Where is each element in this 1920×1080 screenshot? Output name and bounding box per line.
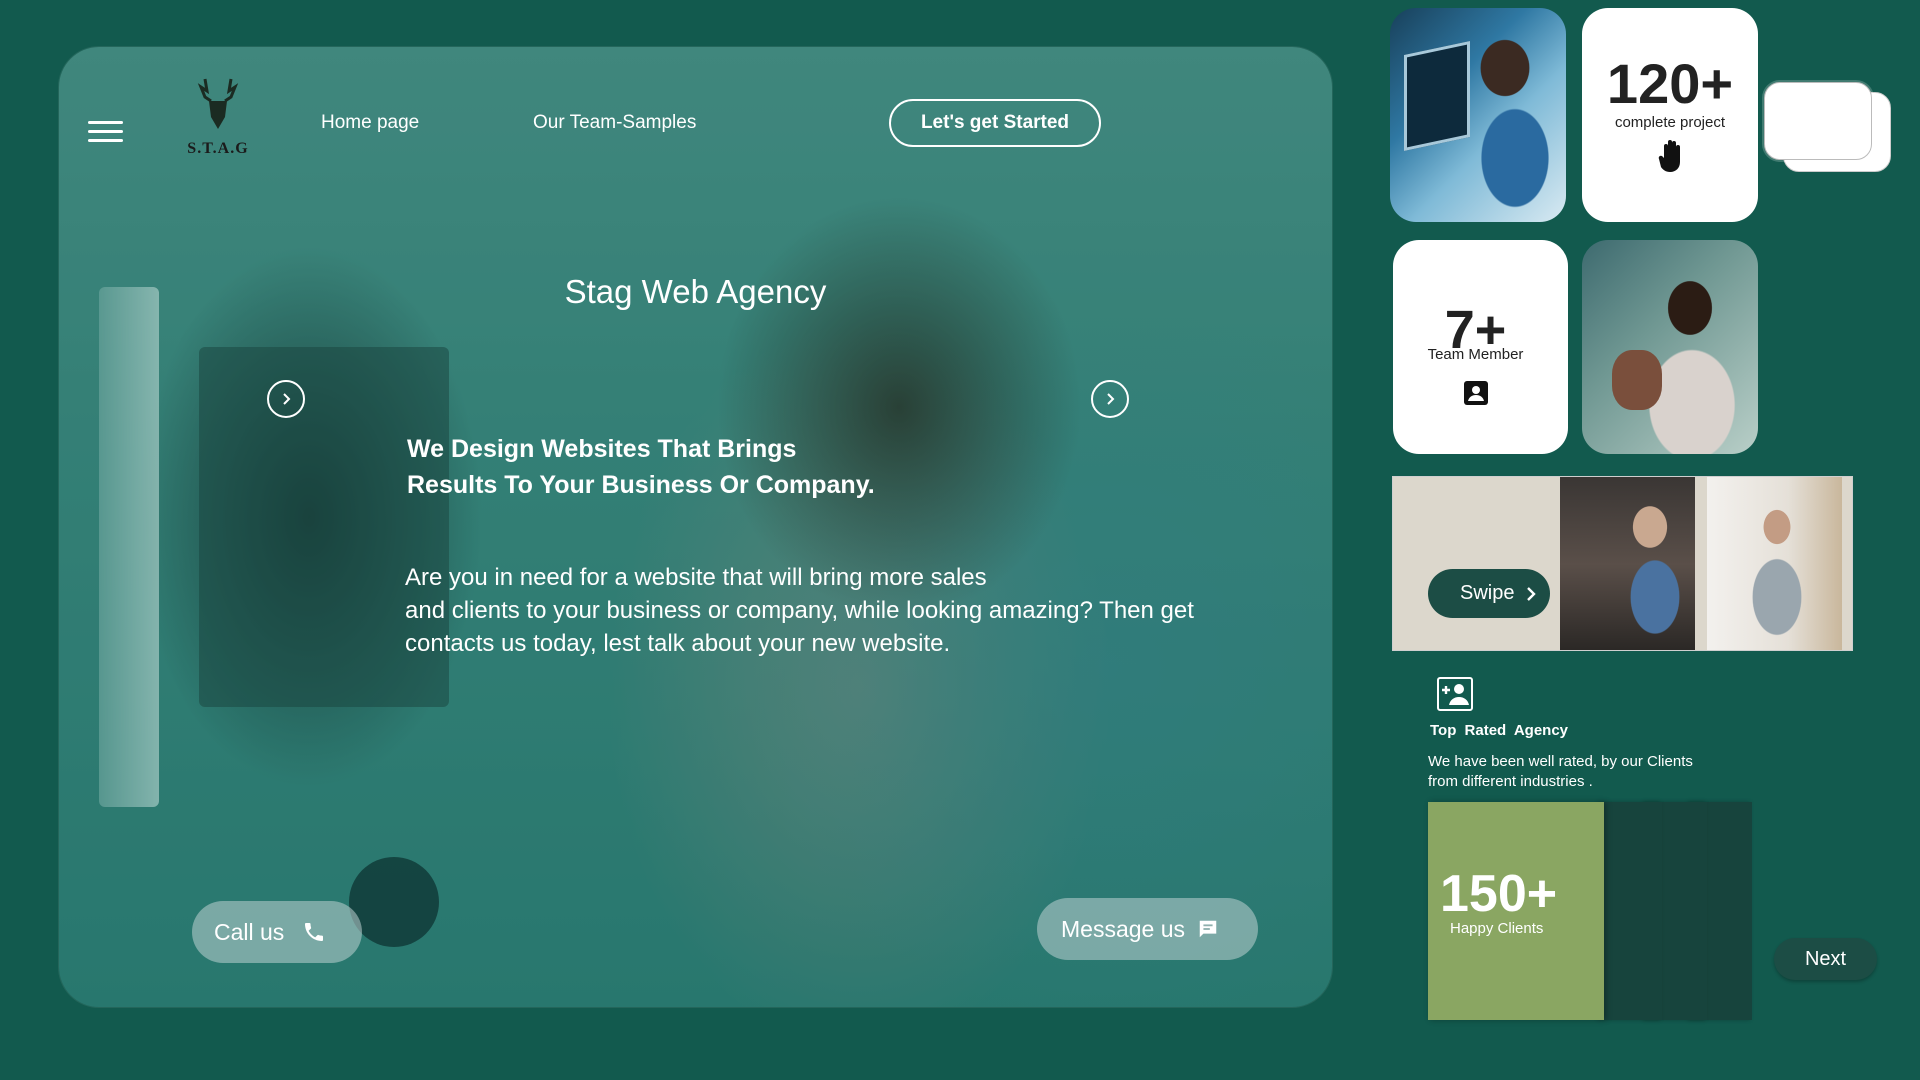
team-photo-computer xyxy=(1390,8,1566,222)
add-person-icon xyxy=(1437,677,1473,716)
clients-label: Happy Clients xyxy=(1450,920,1544,937)
nav-home-link[interactable]: Home page xyxy=(321,112,419,134)
team-label: Team Member xyxy=(1427,346,1524,363)
message-us-button[interactable]: Message us xyxy=(1037,898,1258,960)
chevron-right-icon xyxy=(283,393,291,405)
hero-panel: S.T.A.G Home page Our Team-Samples Let's… xyxy=(59,47,1332,1007)
phone-icon xyxy=(302,920,326,944)
stag-logo[interactable]: S.T.A.G xyxy=(187,77,249,167)
gallery-photo-woman-tablet xyxy=(1707,477,1842,650)
stacked-card-front[interactable] xyxy=(1764,82,1872,160)
hand-icon xyxy=(1658,138,1688,179)
projects-count: 120+ xyxy=(1606,52,1734,115)
chat-icon xyxy=(1197,918,1219,940)
chevron-right-icon xyxy=(1524,586,1538,602)
hero-title: Stag Web Agency xyxy=(564,273,827,310)
photo-gallery: Swipe xyxy=(1392,476,1853,651)
contact-badge-icon xyxy=(1463,380,1489,411)
clients-stat-card: 150+ Happy Clients xyxy=(1428,802,1604,1020)
swipe-button[interactable]: Swipe xyxy=(1428,569,1550,618)
projects-stat-card: 120+ complete project xyxy=(1582,8,1758,222)
stag-head-icon xyxy=(197,78,239,129)
hero-description: Are you in need for a website that will … xyxy=(405,564,1194,657)
hero-headline: We Design Websites That Brings Results T… xyxy=(407,435,875,499)
logo-text: S.T.A.G xyxy=(187,140,249,157)
call-us-button[interactable]: Call us xyxy=(192,901,362,963)
hamburger-menu-icon[interactable] xyxy=(88,121,123,143)
top-rated-description: We have been well rated, by our Clients … xyxy=(1428,753,1693,790)
projects-label: complete project xyxy=(1614,114,1726,131)
carousel-arrow-left[interactable] xyxy=(267,380,305,418)
top-rated-title: Top Rated Agency xyxy=(1430,722,1569,739)
carousel-arrow-right[interactable] xyxy=(1091,380,1129,418)
chevron-right-icon xyxy=(1107,393,1115,405)
team-stat-card: 7+ Team Member xyxy=(1393,240,1568,454)
clients-count: 150+ xyxy=(1440,865,1558,923)
nav-team-samples-link[interactable]: Our Team-Samples xyxy=(533,112,696,134)
get-started-button[interactable]: Let's get Started xyxy=(889,99,1101,147)
gallery-photo-laptop-team xyxy=(1560,477,1695,650)
team-photo-meeting xyxy=(1582,240,1758,454)
stacked-client-card xyxy=(1600,802,1662,1020)
next-button[interactable]: Next xyxy=(1774,938,1877,980)
